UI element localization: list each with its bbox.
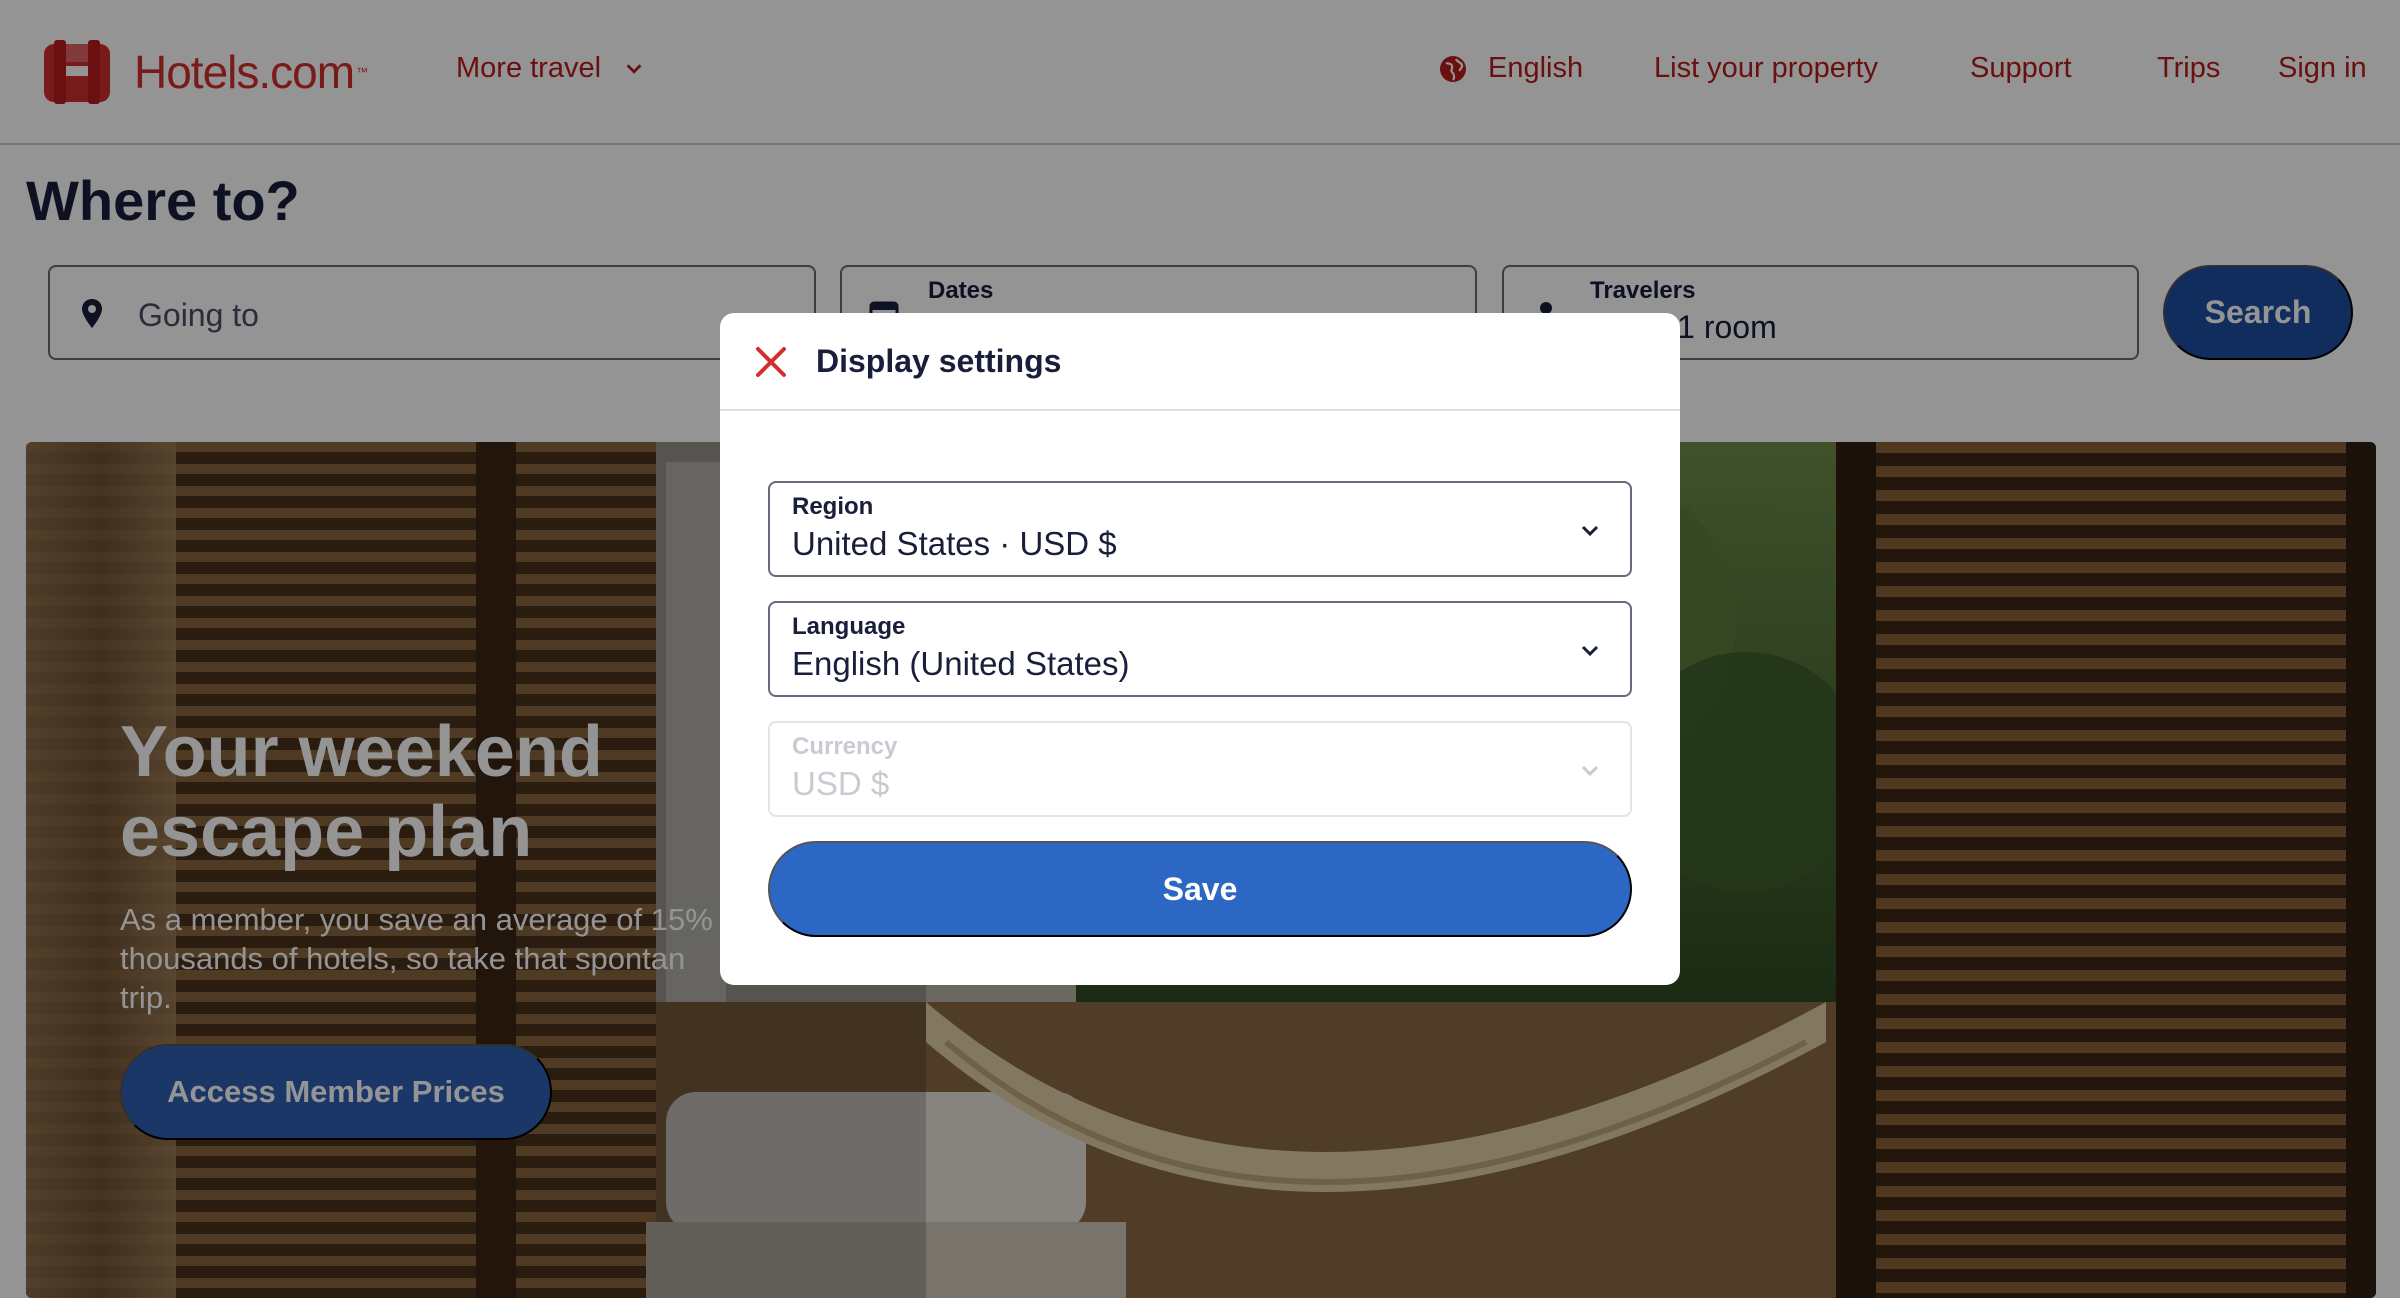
dialog-header: Display settings xyxy=(720,313,1680,411)
display-settings-dialog: Display settings Region United States · … xyxy=(720,313,1680,985)
currency-label: Currency xyxy=(792,733,898,760)
chevron-down-icon xyxy=(1581,765,1599,777)
chevron-down-icon xyxy=(1581,645,1599,657)
currency-select: Currency USD $ xyxy=(768,721,1632,817)
chevron-down-icon xyxy=(1581,525,1599,537)
language-select-label: Language xyxy=(792,613,906,640)
region-value: United States · USD $ xyxy=(792,525,1117,562)
region-select[interactable]: Region United States · USD $ xyxy=(768,481,1632,577)
region-label: Region xyxy=(792,493,874,520)
language-select[interactable]: Language English (United States) xyxy=(768,601,1632,697)
currency-value: USD $ xyxy=(792,765,890,802)
language-select-value: English (United States) xyxy=(792,645,1130,682)
save-button[interactable]: Save xyxy=(768,841,1632,937)
close-icon[interactable] xyxy=(754,345,788,379)
dialog-title: Display settings xyxy=(816,343,1062,379)
